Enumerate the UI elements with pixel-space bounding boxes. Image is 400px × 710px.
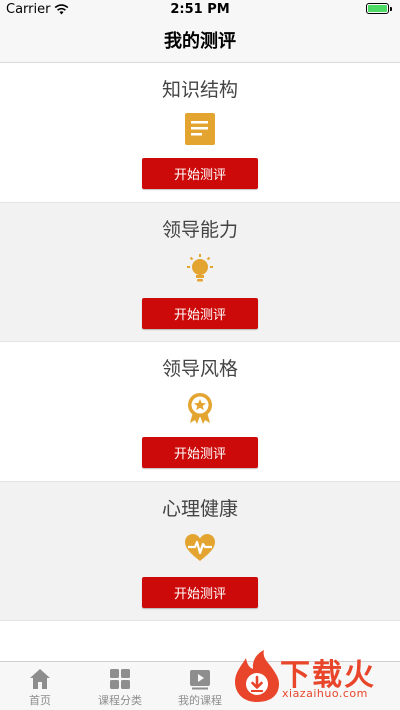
grid-icon [110,669,130,689]
section-title: 心理健康 [161,497,238,520]
heartbeat-icon [185,533,215,561]
status-right [366,3,392,14]
section-title: 知识结构 [161,79,238,101]
tab-course-categories[interactable]: 课程分类 [80,662,160,710]
section-mental-health: 心理健康 开始测评 [0,481,400,621]
watermark-url: xiazaihuo.com [282,687,368,700]
tab-my-courses[interactable]: 我的课程 [160,662,240,710]
battery-tip [390,6,392,11]
document-icon [185,113,215,145]
start-assessment-button[interactable]: 开始测评 [142,437,258,468]
start-assessment-button[interactable]: 开始测评 [142,297,258,329]
section-title: 领导能力 [161,218,238,241]
lightbulb-icon [187,253,213,281]
start-assessment-button[interactable]: 开始测评 [142,576,258,608]
tab-home[interactable]: 首页 [0,662,80,710]
section-title: 领导风格 [161,358,238,380]
home-icon [30,669,50,689]
section-leadership-ability: 领导能力 开始测评 [0,202,400,342]
play-icon [190,670,210,690]
start-assessment-button[interactable]: 开始测评 [142,158,258,189]
battery-level [368,5,387,12]
section-knowledge-structure: 知识结构 开始测评 [0,63,400,203]
tab-label: 我的课程 [178,694,222,707]
navigation-bar: 我的测评 [0,20,400,63]
battery-icon [366,3,389,14]
status-time: 2:51 PM [170,2,230,17]
tab-label: 首页 [29,694,51,707]
status-bar: Carrier 2:51 PM [0,0,400,20]
tab-label: 课程分类 [98,694,142,707]
section-leadership-style: 领导风格 开始测评 [0,342,400,482]
assessment-list: 知识结构 开始测评 领导能力 开始测评 领导风格 开始测评 心理健康 开始测评 [0,63,400,621]
page-title: 我的测评 [164,31,236,52]
award-icon [188,393,212,424]
flame-logo-icon [235,650,279,702]
watermark: 下载火 xiazaihuo.com [232,646,392,706]
